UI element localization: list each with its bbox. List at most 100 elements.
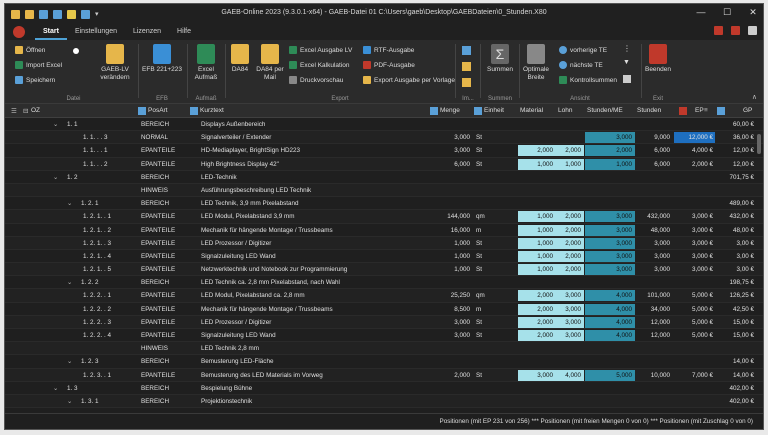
expand-chevron-icon[interactable]: ⌄: [67, 200, 72, 207]
tab-start[interactable]: Start: [35, 26, 67, 40]
recent-dot-icon[interactable]: [73, 48, 79, 54]
material-value[interactable]: 1,000: [518, 253, 553, 260]
stunden-me-value[interactable]: 2,000: [585, 147, 632, 154]
stunden-me-value[interactable]: 3,000: [585, 134, 632, 141]
close-icon[interactable]: ✕: [747, 7, 759, 18]
menge-cell[interactable]: 3,000: [430, 332, 470, 339]
menge-cell[interactable]: 1,000: [430, 266, 470, 273]
table-row[interactable]: ⌄ 1. 3. 1 BEREICH Projektionstechnik 402,00 …: [5, 394, 763, 409]
menge-cell[interactable]: 3,000: [430, 319, 470, 326]
material-value[interactable]: 2,000: [518, 306, 553, 313]
menge-cell[interactable]: 144,000: [430, 213, 470, 220]
import-file-icon[interactable]: [462, 62, 471, 71]
menge-cell[interactable]: 25,250: [430, 292, 470, 299]
lohn-value[interactable]: 3,000: [556, 319, 581, 326]
expand-chevron-icon[interactable]: ⌄: [53, 121, 58, 128]
vorherige-te-button[interactable]: vorherige TE: [559, 44, 617, 56]
col-kurztext[interactable]: Kurztext: [200, 107, 224, 114]
folder-icon[interactable]: [11, 9, 20, 19]
stunden-me-value[interactable]: 4,000: [585, 319, 632, 326]
menge-cell[interactable]: 1,000: [430, 253, 470, 260]
material-value[interactable]: 1,000: [518, 266, 553, 273]
vertical-scrollbar[interactable]: [757, 134, 761, 154]
menge-cell[interactable]: 8,500: [430, 306, 470, 313]
material-value[interactable]: 1,000: [518, 227, 553, 234]
material-value[interactable]: 2,000: [518, 332, 553, 339]
expand-chevron-icon[interactable]: ⌄: [67, 398, 72, 405]
material-value[interactable]: 1,000: [518, 161, 553, 168]
stunden-me-value[interactable]: 3,000: [585, 253, 632, 260]
menge-cell[interactable]: 3,000: [430, 134, 470, 141]
table-row[interactable]: ⌄ 1. 2 BEREICH LED-Technik 701,75 €: [5, 171, 763, 184]
save-as-icon[interactable]: [53, 9, 62, 19]
menge-cell[interactable]: 1,000: [430, 240, 470, 247]
ep-filter-icon[interactable]: ≡: [704, 107, 708, 114]
customize-toolbar-icon[interactable]: ▾: [95, 10, 99, 19]
import-icon[interactable]: [462, 46, 471, 55]
save-icon[interactable]: [39, 9, 48, 19]
da84-mail-button[interactable]: DA84 per Mail: [255, 44, 285, 82]
table-row[interactable]: 1. 1. . . 2 EPANTEILE High Brightness Disp…: [5, 157, 763, 171]
tab-hilfe[interactable]: Hilfe: [169, 26, 199, 40]
excel-aufmass-button[interactable]: Excel Aufmaß: [189, 44, 223, 82]
col-einheit[interactable]: Einheit: [484, 107, 504, 114]
collapse-all-icon[interactable]: ⊟: [23, 107, 28, 115]
table-row[interactable]: HINWEIS Ausführungsbeschreibung LED Techn…: [5, 183, 763, 198]
beenden-button[interactable]: Beenden: [643, 44, 673, 74]
naechste-te-button[interactable]: nächste TE: [559, 59, 617, 71]
col-lohn[interactable]: Lohn: [558, 107, 572, 114]
ep-cell[interactable]: 3,000 €: [673, 253, 713, 260]
stunden-me-value[interactable]: 1,000: [585, 161, 632, 168]
expand-chevron-icon[interactable]: ⌄: [53, 385, 58, 392]
material-value[interactable]: 2,000: [518, 292, 553, 299]
menge-cell[interactable]: 6,000: [430, 161, 470, 168]
col-stunden[interactable]: Stunden: [637, 107, 661, 114]
ep-cell[interactable]: 5,000 €: [673, 332, 713, 339]
table-row[interactable]: 1. 1. . . 3 NORMAL Signalverteiler / Exten…: [5, 131, 763, 145]
table-row[interactable]: 1. 2. 3. . 1 EPANTEILE Bemusterung des LED…: [5, 368, 763, 382]
expand-chevron-icon[interactable]: ⌄: [53, 174, 58, 181]
export-icon[interactable]: [81, 9, 90, 19]
import-list-icon[interactable]: [462, 78, 471, 87]
col-material[interactable]: Material: [520, 107, 543, 114]
material-value[interactable]: 2,000: [518, 319, 553, 326]
stunden-me-value[interactable]: 5,000: [585, 372, 632, 379]
material-value[interactable]: 3,000: [518, 372, 553, 379]
table-row[interactable]: 1. 2. 1. . 3 EPANTEILE LED Prozessor / Dig…: [5, 236, 763, 250]
minimize-icon[interactable]: —: [695, 7, 707, 18]
tab-lizenzen[interactable]: Lizenzen: [125, 26, 169, 40]
ep-cell[interactable]: 5,000 €: [673, 292, 713, 299]
ep-cell[interactable]: 5,000 €: [673, 306, 713, 313]
summen-button[interactable]: Σ Summen: [482, 44, 518, 74]
rtf-ausgabe-button[interactable]: RTF-Ausgabe: [363, 44, 455, 56]
lohn-value[interactable]: 2,000: [556, 147, 581, 154]
table-row[interactable]: 1. 1. . . 1 EPANTEILE HD-Mediaplayer, Brig…: [5, 144, 763, 158]
table-row[interactable]: 1. 2. 1. . 4 EPANTEILE Signalzuleitung LED…: [5, 250, 763, 264]
export-vorlage-button[interactable]: Export Ausgabe per Vorlage: [363, 74, 455, 86]
table-row[interactable]: 1. 2. 1. . 1 EPANTEILE LED Modul, Pixelabs…: [5, 210, 763, 224]
efb-button[interactable]: EFB 221+223: [139, 44, 185, 74]
table-row[interactable]: ⌄ 1. 1 BEREICH Displays Außenbereich 60,00 €: [5, 118, 763, 132]
stunden-me-value[interactable]: 4,000: [585, 306, 632, 313]
table-row[interactable]: 1. 2. 2. . 3 EPANTEILE LED Prozessor / Dig…: [5, 315, 763, 329]
gaeb-lv-aendern-button[interactable]: GAEB-LV verändern: [95, 44, 135, 82]
app-logo[interactable]: [13, 26, 25, 38]
ep-cell[interactable]: 3,000 €: [673, 227, 713, 234]
stunden-me-value[interactable]: 4,000: [585, 292, 632, 299]
table-row[interactable]: ⌄ 1. 3 BEREICH Bespielung Bühne 402,00 €: [5, 382, 763, 395]
menge-cell[interactable]: 16,000: [430, 227, 470, 234]
tab-einstellungen[interactable]: Einstellungen: [67, 26, 125, 40]
save-button[interactable]: Speichern: [15, 74, 62, 86]
material-value[interactable]: 1,000: [518, 213, 553, 220]
stunden-me-value[interactable]: 3,000: [585, 227, 632, 234]
grid-menu-icon[interactable]: ☰: [11, 107, 17, 115]
table-row[interactable]: 1. 2. 2. . 4 EPANTEILE Signalzuleitung LED…: [5, 329, 763, 343]
ep-cell[interactable]: 2,000 €: [673, 161, 713, 168]
col-menge[interactable]: Menge: [440, 107, 460, 114]
excel-ausgabe-lv-button[interactable]: Excel Ausgabe LV: [289, 44, 352, 56]
ep-cell[interactable]: 5,000 €: [673, 319, 713, 326]
lohn-value[interactable]: 2,000: [556, 240, 581, 247]
lohn-value[interactable]: 2,000: [556, 227, 581, 234]
ep-cell[interactable]: 3,000 €: [673, 213, 713, 220]
pdf-ausgabe-button[interactable]: PDF-Ausgabe: [363, 59, 455, 71]
